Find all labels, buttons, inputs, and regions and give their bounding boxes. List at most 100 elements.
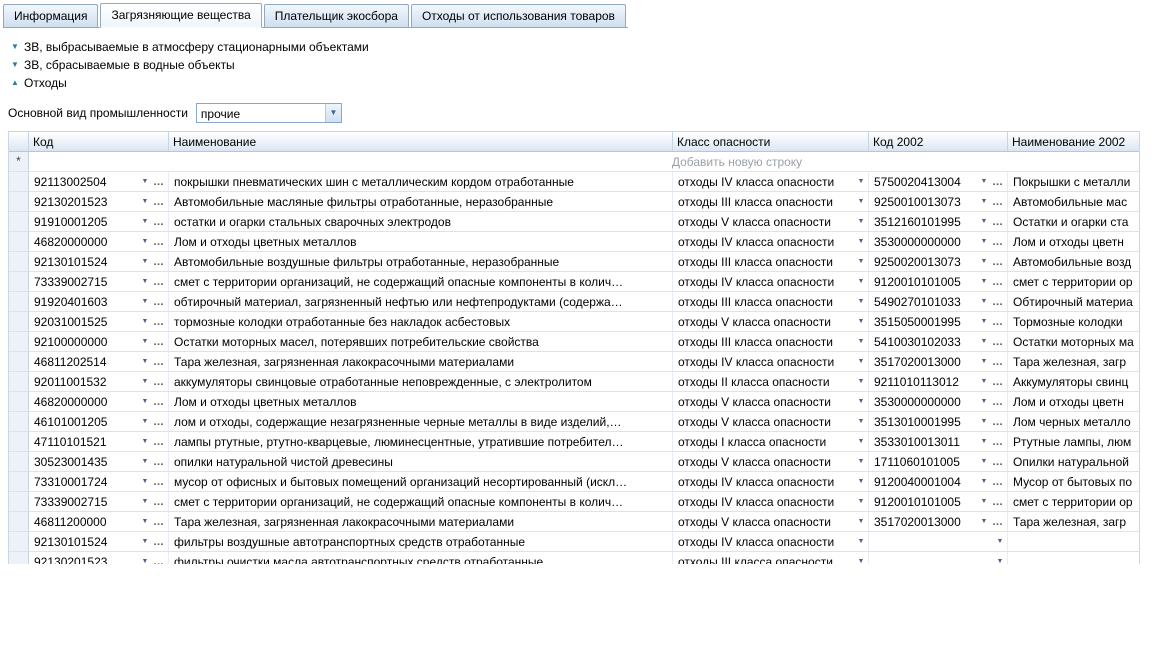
ellipsis-button[interactable]: … <box>152 297 168 307</box>
expand-icon[interactable]: ▼ <box>6 56 24 74</box>
dropdown-icon[interactable]: ▼ <box>977 258 991 265</box>
cell-name[interactable]: Лом и отходы цветных металлов <box>169 232 673 251</box>
cell-name-2002[interactable]: Покрышки с металли <box>1008 172 1140 191</box>
tree-item-air-emissions[interactable]: ▼ЗВ, выбрасываемые в атмосферу стационар… <box>6 38 1152 56</box>
column-header[interactable]: Наименование <box>169 132 673 151</box>
cell-hazard-class[interactable]: отходы III класса опасности▼ <box>673 192 869 211</box>
cell-hazard-class[interactable]: отходы III класса опасности▼ <box>673 252 869 271</box>
cell-code-2002[interactable]: 1711060101005▼… <box>869 452 1008 471</box>
dropdown-icon[interactable]: ▼ <box>977 298 991 305</box>
cell-name-2002[interactable]: Тара железная, загр <box>1008 512 1140 531</box>
cell-name[interactable]: Лом и отходы цветных металлов <box>169 392 673 411</box>
cell-code-2002[interactable]: 3517020013000▼… <box>869 512 1008 531</box>
dropdown-icon[interactable]: ▼ <box>138 478 152 485</box>
ellipsis-button[interactable]: … <box>152 377 168 387</box>
ellipsis-button[interactable]: … <box>991 497 1007 507</box>
cell-hazard-class[interactable]: отходы IV класса опасности▼ <box>673 172 869 191</box>
tab-ecofee-payer[interactable]: Плательщик экосбора <box>264 4 409 27</box>
dropdown-icon[interactable]: ▼ <box>977 478 991 485</box>
dropdown-icon[interactable]: ▼ <box>977 458 991 465</box>
cell-name-2002[interactable] <box>1008 532 1140 551</box>
dropdown-icon[interactable]: ▼ <box>993 538 1007 545</box>
ellipsis-button[interactable]: … <box>152 497 168 507</box>
dropdown-icon[interactable]: ▼ <box>138 498 152 505</box>
ellipsis-button[interactable]: … <box>152 177 168 187</box>
cell-name-2002[interactable]: Лом черных металло <box>1008 412 1140 431</box>
dropdown-icon[interactable]: ▼ <box>977 518 991 525</box>
table-row[interactable]: 30523001435▼…опилки натуральной чистой д… <box>9 452 1139 472</box>
cell-code-2002[interactable]: ▼ <box>869 532 1008 551</box>
ellipsis-button[interactable]: … <box>152 317 168 327</box>
table-row[interactable]: 46811202514▼…Тара железная, загрязненная… <box>9 352 1139 372</box>
cell-code[interactable]: 92031001525▼… <box>29 312 169 331</box>
ellipsis-button[interactable]: … <box>152 237 168 247</box>
dropdown-icon[interactable]: ▼ <box>138 218 152 225</box>
ellipsis-button[interactable]: … <box>152 437 168 447</box>
cell-code-2002[interactable]: 9250010013073▼… <box>869 192 1008 211</box>
ellipsis-button[interactable]: … <box>152 417 168 427</box>
ellipsis-button[interactable]: … <box>152 337 168 347</box>
cell-name[interactable]: аккумуляторы свинцовые отработанные непо… <box>169 372 673 391</box>
row-indicator[interactable] <box>9 292 29 311</box>
cell-code-2002[interactable]: 5410030102033▼… <box>869 332 1008 351</box>
dropdown-icon[interactable]: ▼ <box>854 258 868 265</box>
cell-code-2002[interactable]: 9120010101005▼… <box>869 272 1008 291</box>
dropdown-icon[interactable]: ▼ <box>854 538 868 545</box>
cell-name-2002[interactable]: Опилки натуральной <box>1008 452 1140 471</box>
cell-name-2002[interactable]: Мусор от бытовых по <box>1008 472 1140 491</box>
cell-hazard-class[interactable]: отходы I класса опасности▼ <box>673 432 869 451</box>
cell-code[interactable]: 46811200000▼… <box>29 512 169 531</box>
cell-hazard-class[interactable]: отходы IV класса опасности▼ <box>673 272 869 291</box>
dropdown-icon[interactable]: ▼ <box>854 278 868 285</box>
cell-code-2002[interactable]: 5750020413004▼… <box>869 172 1008 191</box>
dropdown-icon[interactable]: ▼ <box>977 278 991 285</box>
dropdown-icon[interactable]: ▼ <box>854 178 868 185</box>
cell-code-2002[interactable]: 9120040001004▼… <box>869 472 1008 491</box>
cell-code[interactable]: 73339002715▼… <box>29 272 169 291</box>
dropdown-icon[interactable]: ▼ <box>977 198 991 205</box>
cell-name-2002[interactable]: Аккумуляторы свинц <box>1008 372 1140 391</box>
cell-name-2002[interactable]: Автомобильные мас <box>1008 192 1140 211</box>
cell-name-2002[interactable]: смет с территории ор <box>1008 272 1140 291</box>
cell-code-2002[interactable]: 3530000000000▼… <box>869 232 1008 251</box>
tree-item-waste[interactable]: ▲Отходы <box>6 74 1152 92</box>
chevron-down-icon[interactable]: ▼ <box>325 104 341 122</box>
cell-hazard-class[interactable]: отходы II класса опасности▼ <box>673 372 869 391</box>
dropdown-icon[interactable]: ▼ <box>854 358 868 365</box>
cell-code-2002[interactable]: 3533010013011▼… <box>869 432 1008 451</box>
table-row[interactable]: 92113002504▼…покрышки пневматических шин… <box>9 172 1139 192</box>
tab-information[interactable]: Информация <box>3 4 98 27</box>
cell-code[interactable]: 92113002504▼… <box>29 172 169 191</box>
cell-name[interactable]: Тара железная, загрязненная лакокрасочны… <box>169 512 673 531</box>
ellipsis-button[interactable]: … <box>152 197 168 207</box>
dropdown-icon[interactable]: ▼ <box>854 478 868 485</box>
tab-goods-waste[interactable]: Отходы от использования товаров <box>411 4 626 27</box>
cell-hazard-class[interactable]: отходы V класса опасности▼ <box>673 512 869 531</box>
column-header[interactable]: Код 2002 <box>869 132 1008 151</box>
dropdown-icon[interactable]: ▼ <box>138 358 152 365</box>
cell-code-2002[interactable]: 3517020013000▼… <box>869 352 1008 371</box>
ellipsis-button[interactable]: … <box>991 197 1007 207</box>
dropdown-icon[interactable]: ▼ <box>138 458 152 465</box>
ellipsis-button[interactable]: … <box>991 397 1007 407</box>
industry-combobox[interactable]: прочие ▼ <box>196 103 342 123</box>
dropdown-icon[interactable]: ▼ <box>977 498 991 505</box>
row-indicator[interactable] <box>9 492 29 511</box>
row-indicator[interactable] <box>9 192 29 211</box>
row-indicator[interactable] <box>9 312 29 331</box>
dropdown-icon[interactable]: ▼ <box>854 498 868 505</box>
dropdown-icon[interactable]: ▼ <box>977 178 991 185</box>
cell-name[interactable]: опилки натуральной чистой древесины <box>169 452 673 471</box>
cell-name[interactable]: мусор от офисных и бытовых помещений орг… <box>169 472 673 491</box>
cell-name[interactable]: Тара железная, загрязненная лакокрасочны… <box>169 352 673 371</box>
ellipsis-button[interactable]: … <box>991 177 1007 187</box>
cell-code[interactable]: 92130201523▼… <box>29 192 169 211</box>
dropdown-icon[interactable]: ▼ <box>977 338 991 345</box>
table-row[interactable]: 91910001205▼…остатки и огарки стальных с… <box>9 212 1139 232</box>
dropdown-icon[interactable]: ▼ <box>993 558 1007 564</box>
cell-name[interactable]: фильтры воздушные автотранспортных средс… <box>169 532 673 551</box>
dropdown-icon[interactable]: ▼ <box>854 218 868 225</box>
dropdown-icon[interactable]: ▼ <box>138 378 152 385</box>
dropdown-icon[interactable]: ▼ <box>138 178 152 185</box>
dropdown-icon[interactable]: ▼ <box>138 558 152 564</box>
